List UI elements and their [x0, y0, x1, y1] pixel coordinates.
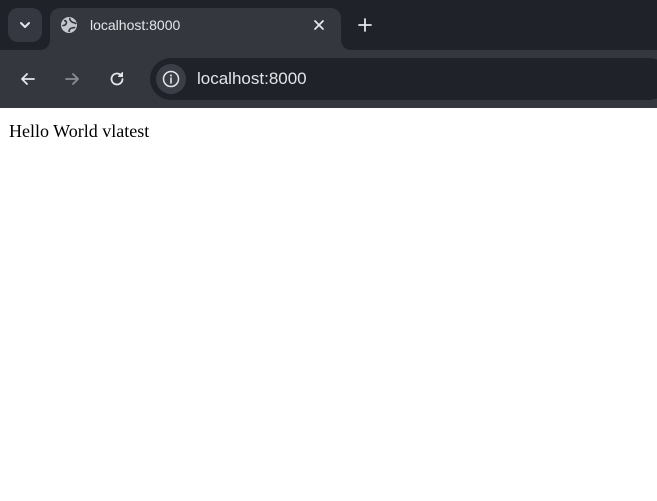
- page-content: Hello World vlatest: [0, 108, 657, 501]
- browser-tabstrip: localhost:8000: [0, 0, 657, 50]
- tab-search-button[interactable]: [8, 8, 42, 42]
- forward-button[interactable]: [57, 64, 87, 94]
- tab-title: localhost:8000: [90, 17, 181, 33]
- tab-close-button[interactable]: [310, 16, 328, 34]
- reload-button[interactable]: [102, 64, 132, 94]
- address-bar[interactable]: localhost:8000: [150, 58, 657, 100]
- reload-icon: [110, 72, 124, 86]
- close-icon: [314, 20, 324, 30]
- active-tab[interactable]: localhost:8000: [50, 8, 341, 50]
- browser-toolbar: localhost:8000: [0, 50, 657, 108]
- page-body-text: Hello World vlatest: [9, 121, 150, 141]
- new-tab-button[interactable]: [352, 12, 378, 38]
- url-text[interactable]: localhost:8000: [197, 69, 307, 89]
- site-info-button[interactable]: [156, 64, 186, 94]
- arrow-right-icon: [65, 73, 79, 85]
- arrow-left-icon: [21, 73, 35, 85]
- globe-icon: [61, 17, 77, 33]
- back-button[interactable]: [13, 64, 43, 94]
- chevron-down-icon: [20, 22, 30, 28]
- plus-icon: [358, 18, 372, 32]
- info-icon: [162, 70, 180, 88]
